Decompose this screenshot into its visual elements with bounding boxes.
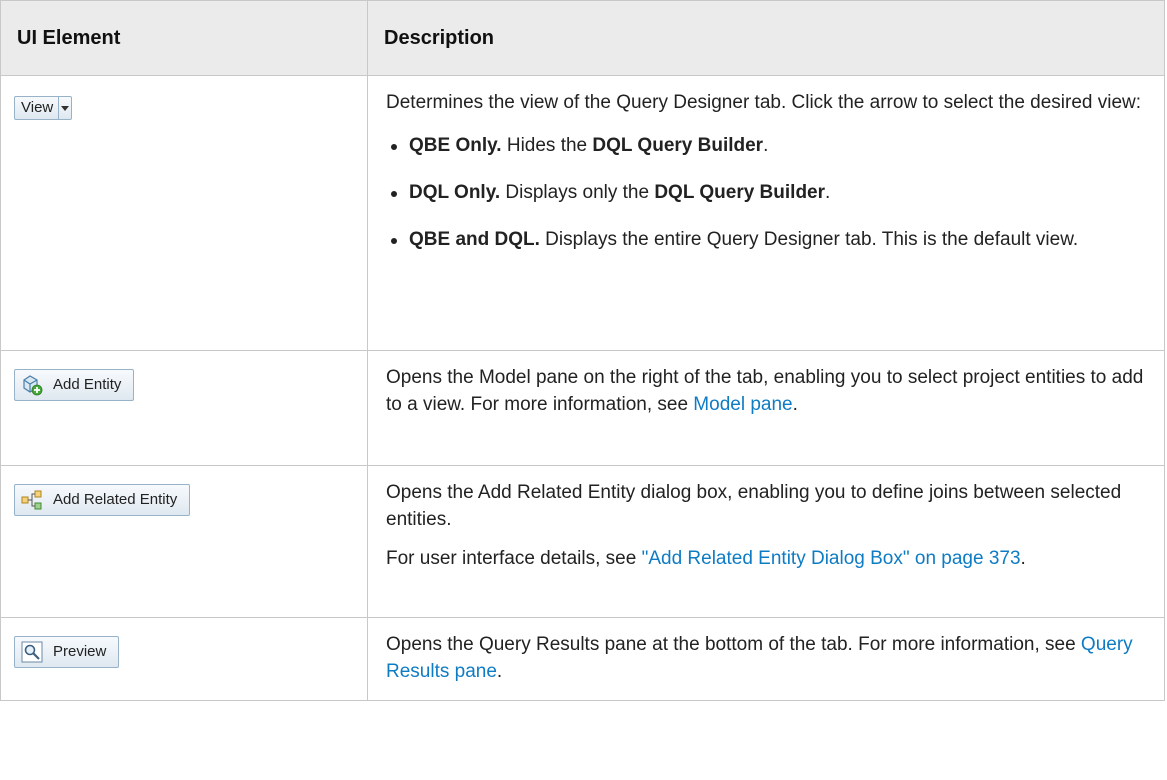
preview-text: Opens the Query Results pane at the bott… — [386, 631, 1144, 685]
view-intro-text: Determines the view of the Query Designe… — [386, 92, 1142, 113]
description-cell: Determines the view of the Query Designe… — [367, 75, 1165, 351]
add-related-details: For user interface details, see "Add Rel… — [386, 545, 1144, 572]
view-dropdown-button[interactable]: View — [14, 96, 73, 120]
add-related-entity-button[interactable]: Add Related Entity — [14, 484, 191, 516]
option-name: QBE and DQL. — [409, 229, 540, 250]
description-cell: Opens the Model pane on the right of the… — [367, 350, 1165, 466]
option-name: QBE Only. — [409, 135, 502, 156]
add-related-text: Opens the Add Related Entity dialog box,… — [386, 482, 1122, 530]
add-entity-label: Add Entity — [53, 376, 122, 393]
add-related-dialog-link[interactable]: "Add Related Entity Dialog Box" on page … — [642, 548, 1021, 569]
view-button-label: View — [21, 99, 54, 116]
view-options-list: QBE Only. Hides the DQL Query Builder. D… — [386, 132, 1144, 253]
option-end: . — [763, 135, 769, 156]
add-related-details-text: For user interface details, see — [386, 548, 642, 569]
list-item: QBE and DQL. Displays the entire Query D… — [386, 226, 1144, 253]
option-text: Hides the — [501, 135, 593, 156]
list-item: DQL Only. Displays only the DQL Query Bu… — [386, 179, 1144, 206]
list-item: QBE Only. Hides the DQL Query Builder. — [386, 132, 1144, 159]
add-entity-icon — [21, 374, 43, 396]
model-pane-link[interactable]: Model pane — [693, 394, 792, 415]
header-description: Description — [367, 0, 1165, 76]
add-related-entity-label: Add Related Entity — [53, 491, 178, 508]
preview-end: . — [496, 661, 503, 682]
preview-button[interactable]: Preview — [14, 636, 120, 668]
add-entity-end: . — [792, 394, 798, 415]
option-end: . — [825, 182, 831, 203]
magnifier-icon — [21, 641, 43, 663]
table-row: View Determines the view of the Query De… — [0, 75, 1165, 351]
ui-element-cell: Add Related Entity — [0, 465, 368, 618]
ui-element-table: UI Element Description View Determines t… — [0, 0, 1165, 701]
dropdown-arrow-icon[interactable] — [58, 97, 71, 119]
table-header-row: UI Element Description — [0, 0, 1165, 76]
option-target: DQL Query Builder — [592, 135, 764, 156]
add-entity-button[interactable]: Add Entity — [14, 369, 135, 401]
ui-element-cell: View — [0, 75, 368, 351]
ui-element-cell: Add Entity — [0, 350, 368, 466]
description-cell: Opens the Add Related Entity dialog box,… — [367, 465, 1165, 618]
add-related-end: . — [1020, 548, 1026, 569]
header-ui-element: UI Element — [0, 0, 368, 76]
option-target: DQL Query Builder — [654, 182, 826, 203]
table-row: Add Entity Opens the Model pane on the r… — [0, 350, 1165, 466]
table-row: Add Related Entity Opens the Add Related… — [0, 465, 1165, 618]
option-text: Displays the entire Query Designer tab. … — [539, 229, 1079, 250]
related-entity-icon — [21, 489, 43, 511]
ui-element-cell: Preview — [0, 617, 368, 701]
option-name: DQL Only. — [409, 182, 501, 203]
add-entity-text: Opens the Model pane on the right of the… — [386, 364, 1144, 418]
preview-desc: Opens the Query Results pane at the bott… — [386, 634, 1081, 655]
preview-label: Preview — [53, 643, 107, 660]
option-text: Displays only the — [500, 182, 655, 203]
description-cell: Opens the Query Results pane at the bott… — [367, 617, 1165, 701]
table-row: Preview Opens the Query Results pane at … — [0, 617, 1165, 701]
